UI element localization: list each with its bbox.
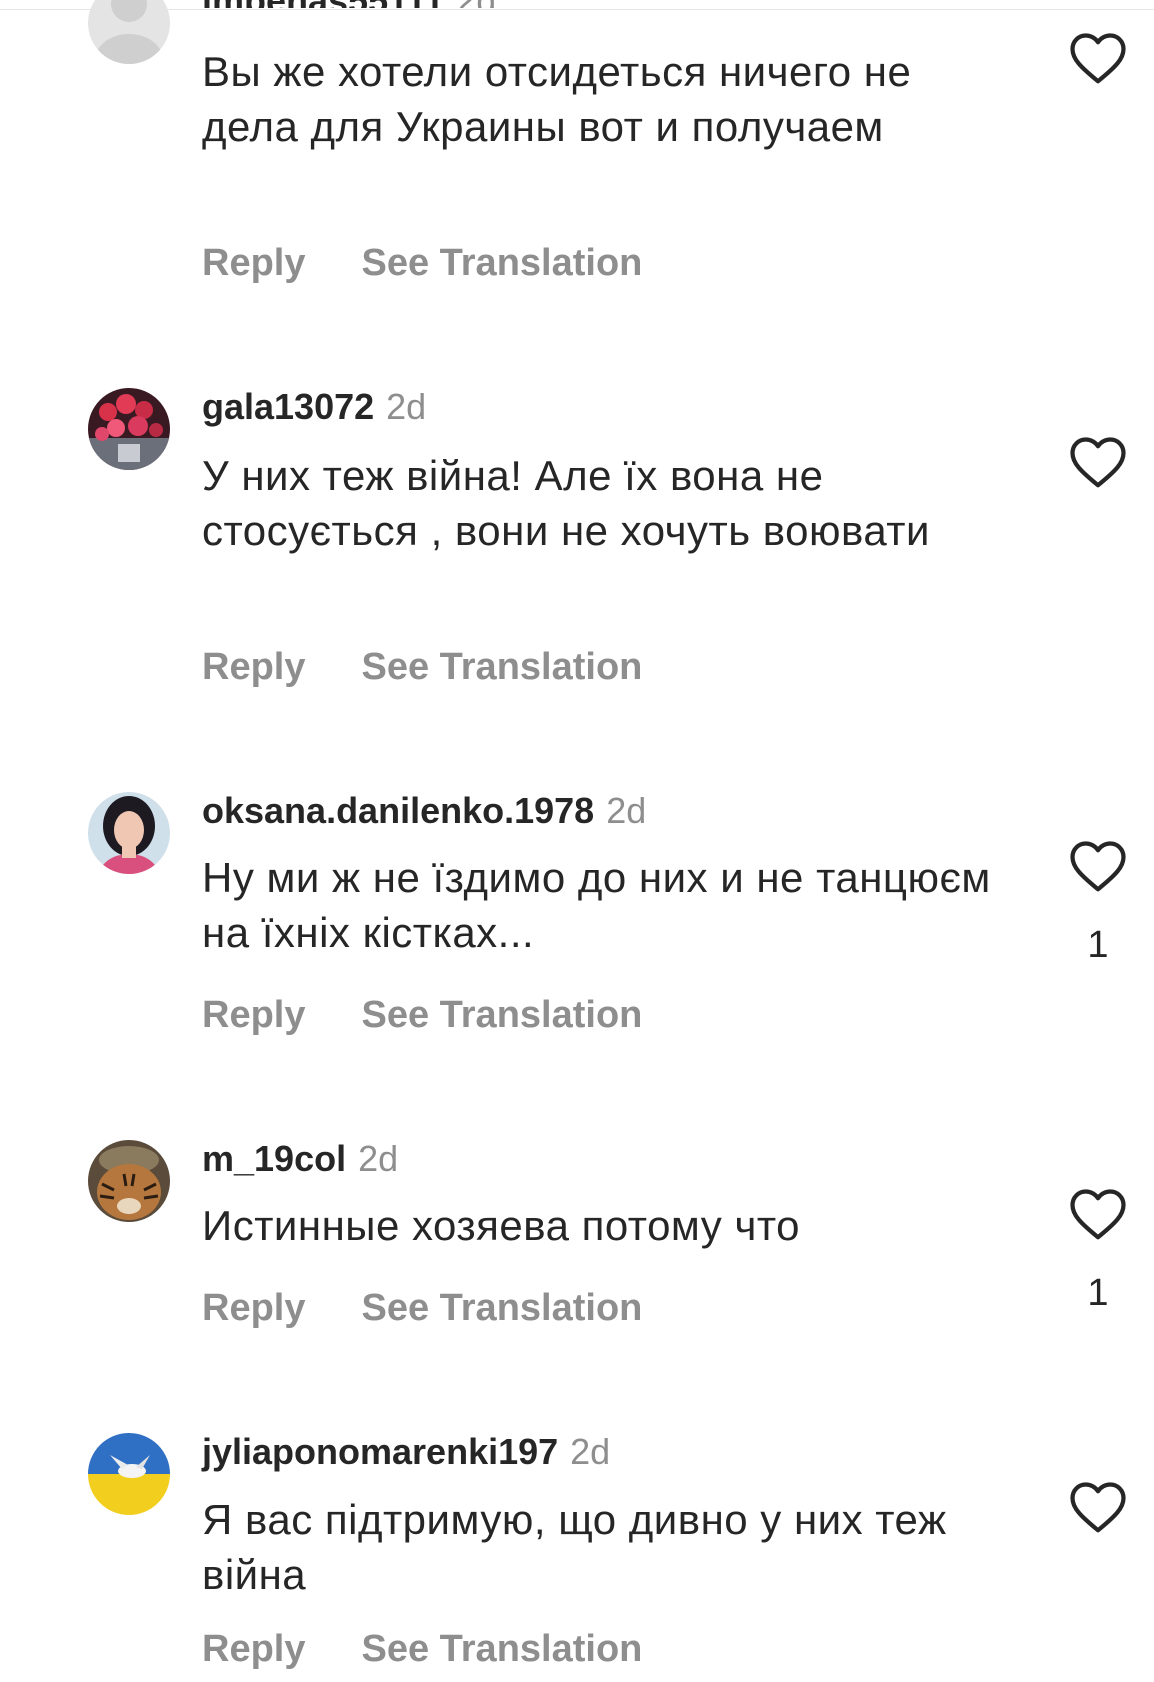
username[interactable]: gala13072 [202,386,374,427]
like-button[interactable] [1068,838,1128,894]
heart-outline-icon [1070,1189,1126,1240]
comment-text: Я вас підтримую, що дивно у них теж війн… [202,1496,947,1598]
see-translation-button[interactable]: See Translation [361,1628,642,1670]
username[interactable]: impenas55111 [202,0,444,8]
heart-outline-icon [1070,437,1126,488]
tiger-avatar-icon [88,1140,170,1222]
comment-header: gala13072 2d [202,384,426,430]
comment-text: Истинные хозяева потому что [202,1202,800,1249]
avatar[interactable] [88,0,170,64]
tulips-avatar-icon [88,388,170,470]
see-translation-button[interactable]: See Translation [361,242,642,284]
woman-avatar-icon [88,792,170,874]
reply-button[interactable]: Reply [202,994,305,1036]
reply-button[interactable]: Reply [202,646,305,688]
timestamp: 2d [606,790,647,831]
see-translation-button[interactable]: See Translation [361,646,642,688]
heart-outline-icon [1070,1482,1126,1533]
comment-actions: Reply See Translation [202,642,642,692]
heart-outline-icon [1070,33,1126,84]
reply-button[interactable]: Reply [202,242,305,284]
avatar[interactable] [88,1433,170,1515]
heart-outline-icon [1070,841,1126,892]
timestamp: 2d [386,386,427,427]
see-translation-button[interactable]: See Translation [361,994,642,1036]
timestamp: 2d [358,1138,399,1179]
avatar[interactable] [88,388,170,470]
comment-actions: Reply See Translation [202,238,642,288]
avatar[interactable] [88,792,170,874]
comment-text: Ну ми ж не їздимо до них и не танцюєм на… [202,854,991,956]
comment-header: jyliaponomarenki197 2d [202,1429,610,1475]
like-button[interactable] [1068,434,1128,490]
avatar[interactable] [88,1140,170,1222]
default-avatar-icon [88,0,170,64]
timestamp: 2d [570,1431,611,1472]
username[interactable]: m_19col [202,1138,346,1179]
username[interactable]: oksana.danilenko.1978 [202,790,594,831]
see-translation-button[interactable]: See Translation [361,1287,642,1329]
comment-actions: Reply See Translation [202,1624,642,1674]
ukraine-dove-avatar-icon [88,1433,170,1515]
comment-text: У них теж війна! Але їх вона не стосуєть… [202,452,930,554]
comment-header: impenas55111 2d [202,0,496,8]
username[interactable]: jyliaponomarenki197 [202,1431,558,1472]
comment-actions: Reply See Translation [202,990,642,1040]
like-count: 1 [1087,924,1109,966]
comment-header: oksana.danilenko.1978 2d [202,788,646,834]
comment-header: m_19col 2d [202,1136,398,1182]
timestamp: 2d [456,0,496,8]
reply-button[interactable]: Reply [202,1628,305,1670]
comment-actions: Reply See Translation [202,1283,642,1333]
like-button[interactable] [1068,30,1128,86]
top-divider [0,9,1154,10]
like-button[interactable] [1068,1479,1128,1535]
reply-button[interactable]: Reply [202,1287,305,1329]
like-button[interactable] [1068,1186,1128,1242]
comment-text: Вы же хотели отсидеться ничего не дела д… [202,48,912,150]
like-count: 1 [1087,1272,1109,1314]
